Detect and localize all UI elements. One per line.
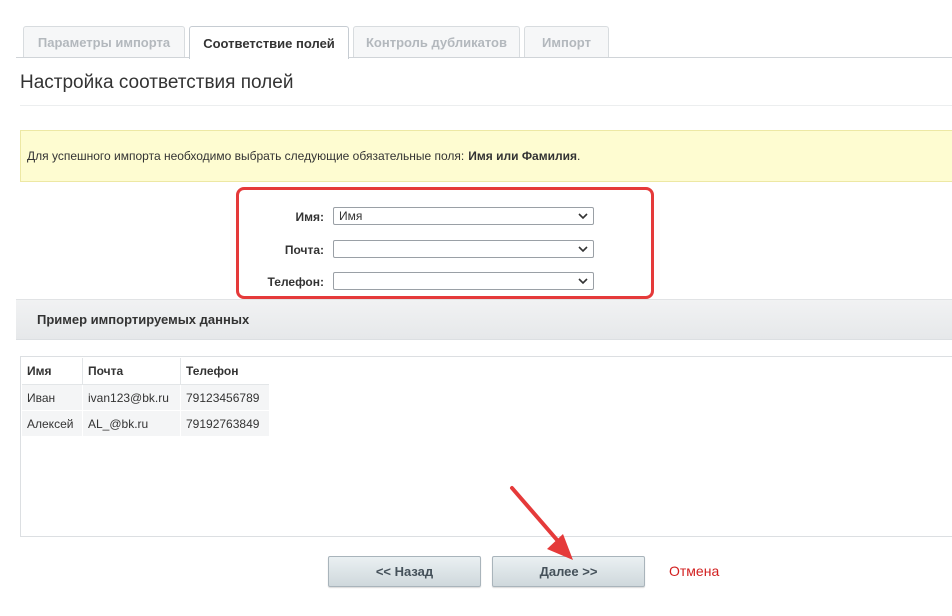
tab-import[interactable]: Импорт	[524, 26, 609, 58]
column-header-name: Имя	[22, 358, 83, 385]
preview-table: Имя Почта Телефон Иван ivan123@bk.ru 791…	[22, 358, 269, 437]
field-row-email: Почта:	[236, 240, 654, 260]
name-field-value: Имя	[339, 209, 363, 223]
field-row-phone: Телефон:	[236, 272, 654, 292]
chevron-down-icon	[578, 246, 588, 253]
table-cell: Иван	[22, 384, 83, 411]
tab-field-mapping[interactable]: Соответствие полей	[189, 26, 349, 59]
notice-suffix: .	[577, 149, 581, 163]
table-cell: Алексей	[22, 410, 83, 437]
field-label-name: Имя:	[295, 210, 325, 224]
tab-divider	[16, 57, 952, 58]
tab-duplicate-control[interactable]: Контроль дубликатов	[353, 26, 520, 58]
phone-field-select[interactable]	[333, 272, 594, 290]
cancel-link[interactable]: Отмена	[669, 563, 719, 579]
back-button[interactable]: << Назад	[328, 556, 481, 587]
preview-section-header: Пример импортируемых данных	[16, 299, 952, 340]
table-cell: ivan123@bk.ru	[82, 384, 181, 411]
chevron-down-icon	[578, 278, 588, 285]
column-header-phone: Телефон	[180, 358, 269, 385]
notice-required-fields: Имя или Фамилия	[468, 149, 577, 163]
name-field-select[interactable]: Имя	[333, 207, 594, 225]
tab-import-params[interactable]: Параметры импорта	[23, 26, 185, 58]
title-divider	[20, 105, 952, 106]
table-header-row: Имя Почта Телефон	[22, 358, 269, 385]
table-row: Алексей AL_@bk.ru 79192763849	[22, 410, 269, 437]
page-title: Настройка соответствия полей	[20, 72, 294, 93]
field-label-email: Почта:	[284, 243, 324, 257]
notice-text: Для успешного импорта необходимо выбрать…	[27, 149, 465, 163]
email-field-select[interactable]	[333, 240, 594, 258]
table-cell: AL_@bk.ru	[82, 410, 181, 437]
next-button[interactable]: Далее >>	[492, 556, 645, 587]
tab-bar: Параметры импорта Соответствие полей Кон…	[0, 0, 952, 59]
field-label-phone: Телефон:	[267, 275, 324, 289]
table-cell: 79192763849	[180, 410, 269, 437]
chevron-down-icon	[578, 213, 588, 220]
table-row: Иван ivan123@bk.ru 79123456789	[22, 384, 269, 411]
column-header-email: Почта	[82, 358, 181, 385]
field-row-name: Имя: Имя	[236, 207, 654, 227]
required-fields-notice: Для успешного импорта необходимо выбрать…	[20, 130, 952, 182]
table-cell: 79123456789	[180, 384, 269, 411]
